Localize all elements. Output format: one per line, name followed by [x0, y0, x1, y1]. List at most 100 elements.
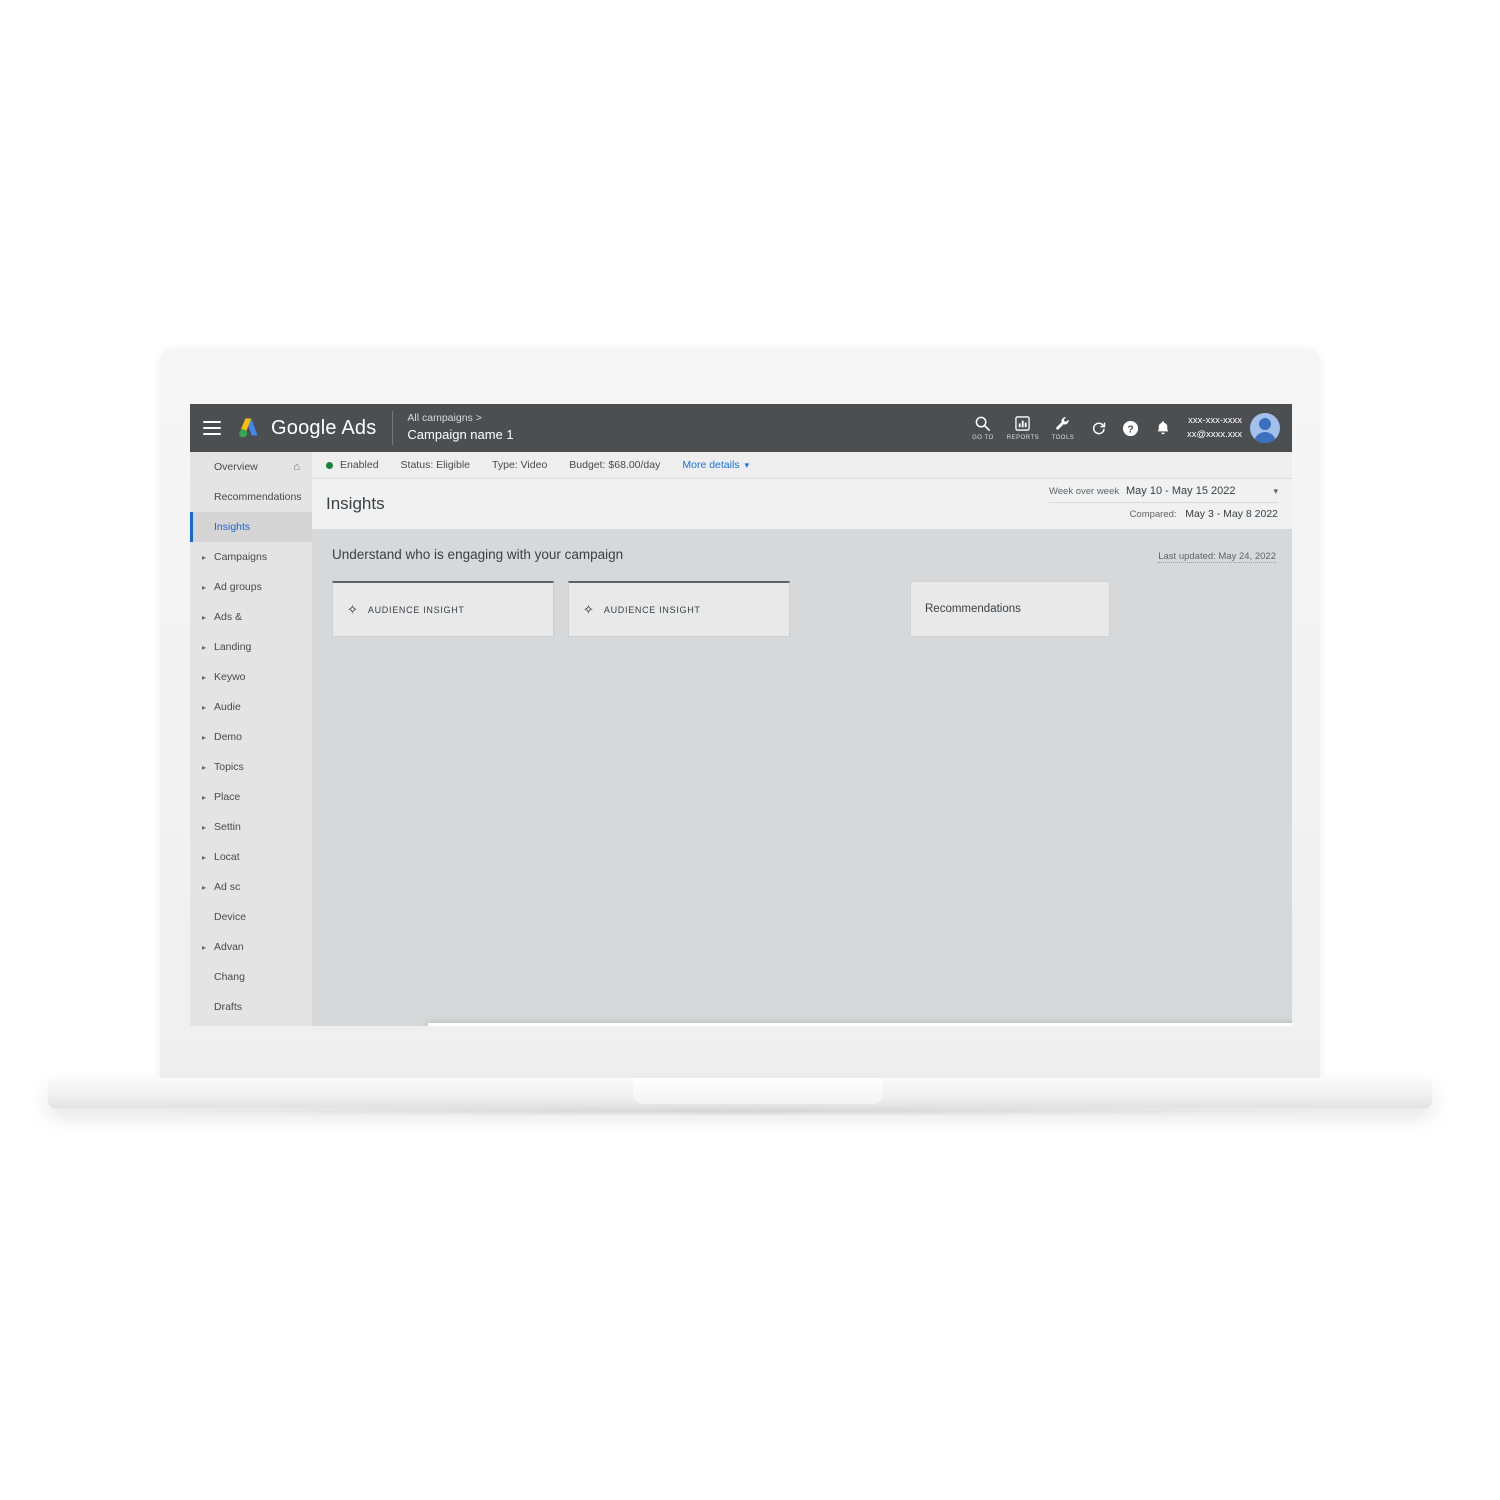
status-type: Type: Video [492, 459, 548, 471]
date-range-picker[interactable]: Week over week May 10 - May 15 2022 ▾ Co… [1048, 485, 1278, 520]
sidebar-item-ad-groups[interactable]: ▸ Ad groups [190, 572, 312, 602]
last-updated: Last updated: May 24, 2022 [1158, 551, 1276, 563]
help-icon[interactable]: ? [1115, 420, 1147, 437]
status-dot-icon [326, 461, 333, 469]
sidebar-item-label: Place [214, 791, 241, 803]
date-range-value: May 10 - May 15 2022 [1126, 485, 1236, 497]
laptop-device: Google Ads All campaigns > Campaign name… [0, 0, 1500, 1500]
sidebar-item-label: Overview [214, 461, 258, 473]
sidebar-item-campaigns[interactable]: ▸ Campaigns [190, 542, 312, 572]
reports-label: REPORTS [1006, 435, 1040, 441]
laptop-base-notch [633, 1078, 883, 1104]
account-email: xx@xxxx.xxx [1186, 429, 1242, 440]
chevron-right-icon: ▸ [202, 612, 207, 622]
account-info[interactable]: xxx-xxx-xxxx xx@xxxx.xxx [1187, 414, 1242, 442]
header-actions: GO TO REPORTS TOOLS ? xxx-xxx-xxxx xx@xx… [963, 413, 1280, 443]
avatar-head [1259, 418, 1271, 430]
sidebar-item-label: Insights [214, 521, 251, 533]
sidebar-item-label: Demo [214, 731, 243, 743]
sparkle-icon: ✧ [583, 601, 594, 617]
sidebar-item-keywo[interactable]: ▸ Keywo [190, 662, 312, 692]
recommendations-card[interactable]: Recommendations [910, 581, 1110, 637]
audience-insight-label: AUDIENCE INSIGHT [603, 604, 701, 615]
sidebar-item-label: Recommendations [214, 491, 302, 503]
account-id: xxx-xxx-xxxx [1188, 415, 1242, 427]
sidebar-item-label: Chang [214, 971, 245, 983]
avatar-body [1254, 432, 1276, 443]
insights-content: Understand who is engaging with your cam… [312, 529, 1292, 1026]
sidebar-item-label: Locat [214, 851, 240, 863]
breadcrumb-parent[interactable]: All campaigns > [407, 412, 513, 425]
panel-header: Top performing audience segments ^ [428, 1023, 1292, 1026]
browser-screen: Google Ads All campaigns > Campaign name… [190, 404, 1292, 1026]
sidebar-item-insights[interactable]: Insights [190, 512, 312, 542]
date-range-row: Week over week May 10 - May 15 2022 ▾ [1049, 485, 1278, 497]
header-divider [392, 411, 394, 445]
sidebar-item-landing[interactable]: ▸ Landing [190, 632, 312, 662]
page-title: Insights [326, 494, 385, 513]
chevron-right-icon: ▸ [202, 882, 207, 892]
chevron-right-icon: ▸ [202, 792, 207, 802]
chevron-right-icon: ▸ [202, 762, 207, 772]
home-icon[interactable]: ⌂ [293, 461, 300, 473]
sidebar-item-label: Landing [214, 641, 252, 653]
sidebar-item-recommendations[interactable]: Recommendations [190, 482, 312, 512]
sidebar-item-label: Topics [214, 761, 244, 773]
sidebar-item-device[interactable]: Device [190, 902, 312, 932]
sidebar-item-topics[interactable]: ▸ Topics [190, 752, 312, 782]
brand-name: Google Ads [271, 416, 377, 439]
sidebar-item-label: Ads & [214, 611, 243, 623]
recommendations-label: Recommendations [925, 603, 1021, 615]
chevron-right-icon: ▸ [202, 822, 207, 832]
refresh-icon[interactable] [1083, 420, 1115, 436]
reports-icon[interactable]: REPORTS [1003, 415, 1043, 441]
sidebar-item-locat[interactable]: ▸ Locat [190, 842, 312, 872]
tools-icon[interactable]: TOOLS [1043, 415, 1083, 441]
chevron-right-icon: ▸ [202, 702, 207, 712]
campaign-status-bar: Enabled Status: Eligible Type: Video Bud… [312, 452, 1292, 479]
chevron-down-icon[interactable]: ▾ [1273, 486, 1278, 497]
breadcrumb-current: Campaign name 1 [407, 427, 514, 443]
sidebar-item-label: Campaigns [214, 551, 268, 563]
status-enabled: Enabled [340, 459, 379, 471]
search-label: GO TO [972, 435, 994, 441]
sidebar-item-label: Advan [214, 941, 244, 953]
chevron-right-icon: ▸ [202, 582, 207, 592]
avatar[interactable] [1250, 413, 1280, 443]
sidebar-item-chang[interactable]: Chang [190, 962, 312, 992]
sidebar-item-overview[interactable]: Overview ⌂ [190, 452, 312, 482]
sidebar-item-advan[interactable]: ▸ Advan [190, 932, 312, 962]
audience-insight-card[interactable]: ✧ AUDIENCE INSIGHT [568, 581, 790, 637]
top-segments-panel: Top performing audience segments ^ AUDIE… [428, 1023, 1292, 1026]
sidebar-item-demo[interactable]: ▸ Demo [190, 722, 312, 752]
tools-glyph [1055, 415, 1071, 432]
sidebar-item-label: Device [214, 911, 247, 923]
tools-label: TOOLS [1051, 435, 1075, 441]
insight-cards: ✧ AUDIENCE INSIGHT ✧ AUDIENCE INSIGHT Re… [332, 581, 1276, 637]
audience-insight-label: AUDIENCE INSIGHT [367, 604, 465, 615]
sidebar-item-ads[interactable]: ▸ Ads & [190, 602, 312, 632]
more-details-link[interactable]: More details ▾ [682, 459, 749, 471]
status-budget: Budget: $68.00/day [569, 459, 661, 471]
compared-row: Compared: May 3 - May 8 2022 [1048, 502, 1278, 520]
sidebar-item-label: Ad sc [214, 881, 241, 893]
bell-icon[interactable] [1147, 420, 1179, 436]
more-details-label: More details [682, 459, 740, 471]
sidebar-item-ad-sc[interactable]: ▸ Ad sc [190, 872, 312, 902]
audience-insight-card[interactable]: ✧ AUDIENCE INSIGHT [332, 581, 554, 637]
chevron-right-icon: ▸ [202, 732, 207, 742]
sidebar-item-drafts[interactable]: Drafts [190, 992, 312, 1022]
sidebar-item-audie[interactable]: ▸ Audie [190, 692, 312, 722]
sidebar-item-place[interactable]: ▸ Place [190, 782, 312, 812]
app-header: Google Ads All campaigns > Campaign name… [190, 404, 1292, 452]
sidebar-item-label: Settin [214, 821, 241, 833]
sidebar-item-label: Ad groups [214, 581, 262, 593]
hamburger-menu-icon[interactable] [203, 421, 221, 435]
chevron-right-icon: ▸ [202, 852, 207, 862]
status-eligible: Status: Eligible [400, 459, 471, 471]
sparkle-icon: ✧ [347, 601, 358, 617]
sidebar: Overview ⌂ Recommendations Insights ▸ Campaig… [190, 452, 312, 1026]
sidebar-item-settin[interactable]: ▸ Settin [190, 812, 312, 842]
search-icon[interactable]: GO TO [963, 415, 1003, 441]
laptop-shadow [160, 1106, 1320, 1116]
